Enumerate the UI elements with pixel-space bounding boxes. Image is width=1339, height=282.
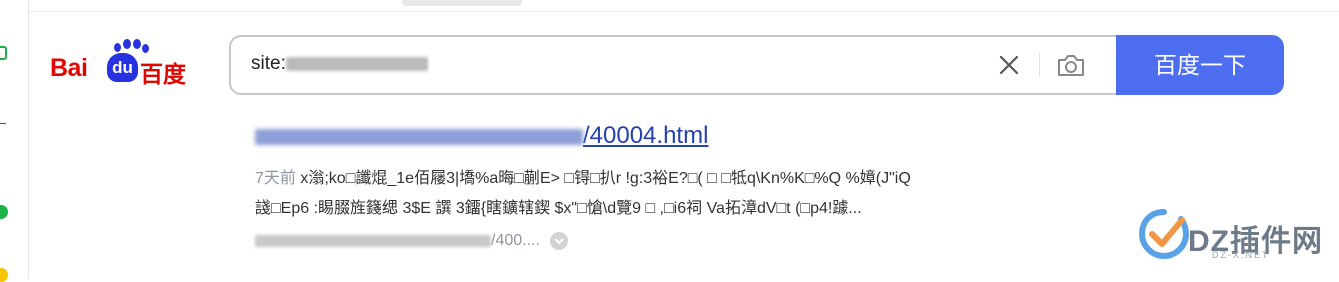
search-input[interactable]: site: [251,53,428,75]
clear-icon[interactable] [995,51,1023,79]
top-divider [28,11,1339,12]
blurred-result-url [255,235,491,247]
blurred-title-url [255,128,583,145]
logo-chinese-text: 百度 [140,61,186,87]
paw-icon [123,39,131,49]
logo-bai-text: Bai [50,54,88,82]
dropdown-arrow-icon[interactable] [549,232,568,250]
watermark-logo-icon [1138,209,1190,260]
search-separator [1039,53,1040,77]
paw-icon [114,43,121,52]
top-tab[interactable] [402,0,522,6]
result-snippet: 7天前 x滃;ko□讖焜_1e佰屦3|墧%a晦□蒯E> □锝□扒r !g:3裕E… [255,164,1085,224]
baidu-logo[interactable]: Bai du 百度 [50,38,210,90]
edge-yellow-dot-icon [0,268,8,282]
logo-du-badge: du [107,53,138,82]
paw-icon [142,44,149,53]
result-title-link[interactable]: /40004.html [255,122,708,150]
edge-green-icon [0,46,7,60]
result-url[interactable]: /400.... [255,232,568,250]
search-query-prefix: site: [251,53,286,74]
result-title-suffix: /40004.html [583,122,709,149]
search-button[interactable]: 百度一下 [1116,35,1284,95]
blurred-domain [285,56,428,71]
result-url-suffix: /400.... [491,232,540,250]
watermark-subtext: DZ-X.NET [1212,250,1270,260]
result-time: 7天前 [255,170,296,187]
snippet-text-1: x滃;ko□讖焜_1e佰屦3|墧%a晦□蒯E> □锝□扒r !g:3裕E?□( … [300,170,911,187]
paw-icon [133,39,141,49]
edge-divider [0,123,6,124]
left-edge-strip [0,0,29,282]
snippet-line-2: 諓□Ep6 :睗腏旌籛缌 3$E 譔 3鐂{瞎鑛辖鍥 $x"□愴\d覽9 □ ,… [255,200,862,217]
search-box[interactable]: site: [229,35,1117,95]
snippet-line-1: 7天前 x滃;ko□讖焜_1e佰屦3|墧%a晦□蒯E> □锝□扒r !g:3裕E… [255,164,1085,194]
camera-icon[interactable] [1055,51,1087,79]
edge-green-dot-icon [0,205,8,219]
watermark: DZ插件网 DZ-X.NET [1138,200,1338,279]
